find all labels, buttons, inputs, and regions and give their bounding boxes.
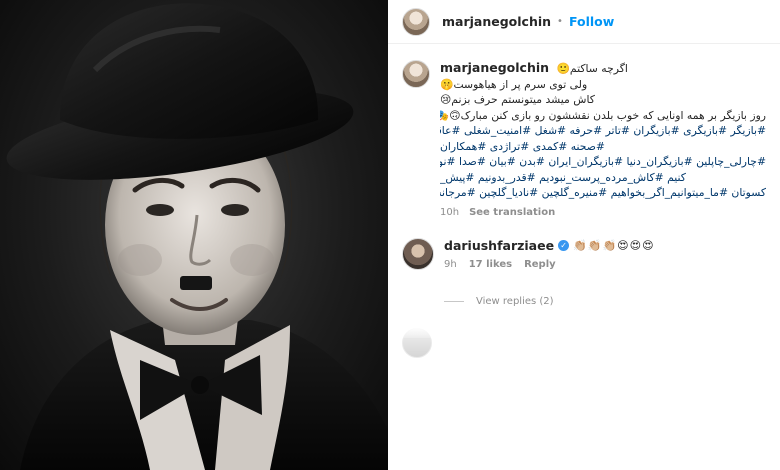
caption-hashtags-2[interactable]: #صحنه #کمدی #تراژدی #همکاران: [440, 139, 766, 155]
view-replies-label: View replies (2): [476, 296, 554, 307]
author-avatar[interactable]: [402, 7, 430, 36]
reply-button[interactable]: Reply: [524, 259, 556, 270]
comment-likes[interactable]: 17 likes: [469, 259, 512, 270]
comment-line: dariushfarziaee ✓ 👏🏼👏🏼👏🏼😍😍😍: [444, 238, 655, 253]
caption-timestamp[interactable]: 10h: [440, 207, 459, 218]
caption-line-3: روز بازیگر بر همه اونایی که خوب بلدن نقش…: [440, 108, 766, 122]
caption-first-line: marjanegolchin اگرچه ساکتم🙂: [440, 60, 766, 77]
follow-button[interactable]: Follow: [569, 14, 614, 29]
caption-line-1: ولی توی سرم پر از هیاهوست🤫: [440, 77, 588, 91]
caption-text: marjanegolchin اگرچه ساکتم🙂 ولی توی سرم …: [440, 60, 766, 218]
commenter-avatar[interactable]: [402, 238, 434, 270]
verified-badge-icon: ✓: [558, 240, 570, 251]
view-replies-button[interactable]: View replies (2): [444, 296, 554, 307]
caption-line-2: کاش میشد میتونستم حرف بزنم😢: [440, 93, 595, 106]
commenter-username[interactable]: dariushfarziaee: [444, 238, 554, 253]
replies-line-icon: [444, 301, 464, 302]
caption-hashtags-3[interactable]: #چارلی_چاپلین #بازیگران_دنیا #بازیگران_ا…: [440, 154, 766, 170]
caption-row: marjanegolchin اگرچه ساکتم🙂 ولی توی سرم …: [402, 60, 770, 218]
see-translation-link[interactable]: See translation: [469, 207, 555, 218]
scroll-fade: [388, 326, 780, 338]
caption-line-0: اگرچه ساکتم🙂: [556, 62, 628, 75]
portrait-illustration: [6, 3, 388, 470]
comment-meta: 9h 17 likes Reply: [444, 259, 655, 270]
post-header: marjanegolchin • Follow: [388, 0, 780, 44]
caption-author-avatar[interactable]: [402, 60, 430, 88]
post-caption: marjanegolchin اگرچه ساکتم🙂 ولی توی سرم …: [402, 60, 770, 218]
post-sidebar: marjanegolchin • Follow marjanegolchin ا…: [388, 0, 780, 470]
separator-dot: •: [557, 16, 563, 27]
caption-hashtags-5[interactable]: کسوتان #ما_میتوانیم_اگر_بخواهیم #منیره_گ…: [440, 185, 766, 201]
comment-text: 👏🏼👏🏼👏🏼😍😍😍: [573, 239, 655, 252]
caption-author-username[interactable]: marjanegolchin: [440, 60, 549, 75]
author-username[interactable]: marjanegolchin: [442, 14, 551, 29]
caption-hashtags-4[interactable]: کنیم #کاش_مرده_پرست_نبودیم #قدر_بدونیم #…: [440, 170, 766, 186]
comment-item: dariushfarziaee ✓ 👏🏼👏🏼👏🏼😍😍😍 9h 17 likes …: [402, 238, 770, 270]
caption-hashtags-1[interactable]: #بازیگر #بازیگری #بازیگران #تاتر #حرفه #…: [440, 123, 766, 139]
comment-timestamp[interactable]: 9h: [444, 259, 457, 270]
post-photo[interactable]: [0, 0, 388, 470]
caption-meta: 10h See translation: [440, 207, 766, 218]
comment-body: dariushfarziaee ✓ 👏🏼👏🏼👏🏼😍😍😍 9h 17 likes …: [444, 238, 655, 270]
